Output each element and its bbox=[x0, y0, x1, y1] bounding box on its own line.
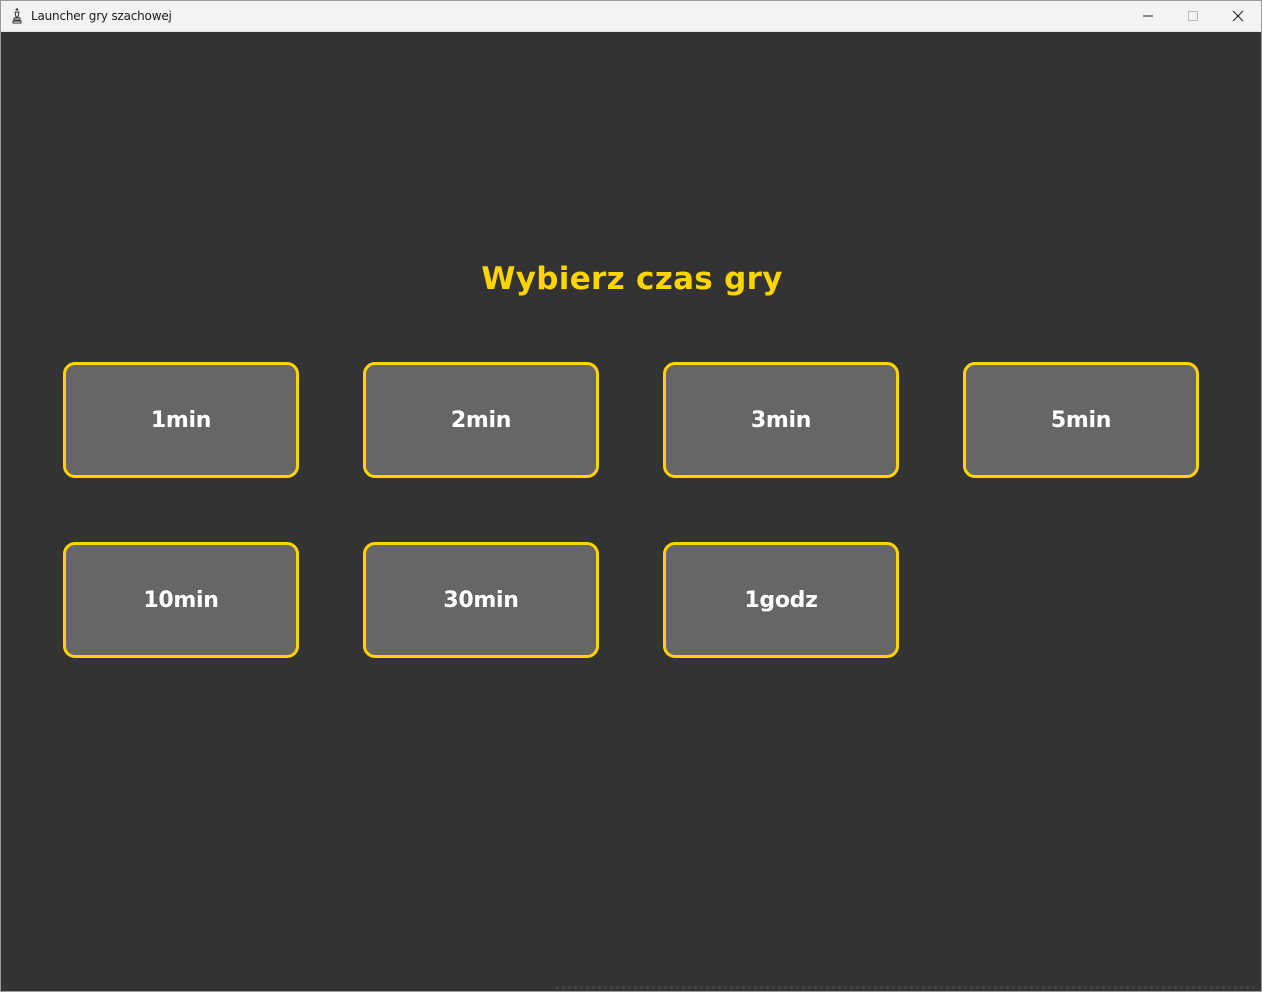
page-title: Wybierz czas gry bbox=[481, 261, 783, 297]
time-option-10min-button[interactable]: 10min bbox=[63, 542, 299, 658]
minimize-button[interactable] bbox=[1125, 1, 1171, 31]
time-option-30min-button[interactable]: 30min bbox=[363, 542, 599, 658]
close-icon bbox=[1232, 10, 1244, 22]
app-window: Launcher gry szachowej Wybierz czas gry … bbox=[0, 0, 1262, 992]
chess-king-icon bbox=[11, 7, 23, 24]
time-option-3min-button[interactable]: 3min bbox=[663, 362, 899, 478]
title-bar[interactable]: Launcher gry szachowej bbox=[1, 1, 1261, 32]
time-option-5min-button[interactable]: 5min bbox=[963, 362, 1199, 478]
maximize-icon bbox=[1188, 11, 1198, 21]
time-option-2min-button[interactable]: 2min bbox=[363, 362, 599, 478]
window-title: Launcher gry szachowej bbox=[31, 9, 172, 23]
minimize-icon bbox=[1143, 15, 1153, 17]
launcher-content: Wybierz czas gry 1min 2min 3min 5min 10m… bbox=[1, 32, 1261, 991]
close-button[interactable] bbox=[1215, 1, 1261, 31]
time-option-1min-button[interactable]: 1min bbox=[63, 362, 299, 478]
maximize-button[interactable] bbox=[1170, 1, 1216, 31]
bottom-edge-artifact bbox=[556, 986, 1256, 989]
time-option-1godz-button[interactable]: 1godz bbox=[663, 542, 899, 658]
